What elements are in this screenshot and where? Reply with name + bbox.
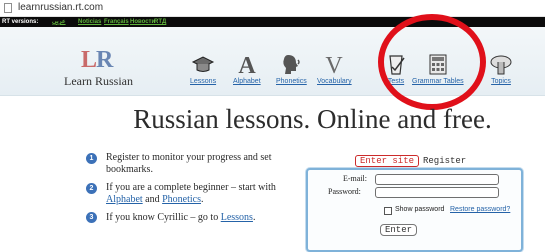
- show-password-label[interactable]: Show password: [395, 206, 444, 213]
- site-name[interactable]: Learn Russian: [64, 74, 133, 89]
- email-label: E-mail:: [343, 174, 367, 183]
- nav-label: Lessons: [190, 78, 217, 85]
- step-number-badge: 3: [86, 212, 97, 223]
- lessons-icon: [191, 56, 215, 72]
- email-field[interactable]: [375, 174, 499, 185]
- restore-password-link[interactable]: Restore password?: [450, 206, 510, 213]
- alphabet-link[interactable]: Alphabet: [106, 194, 143, 205]
- password-label: Password:: [328, 187, 361, 196]
- nav-label: Phonetics: [276, 78, 307, 85]
- page-title: Russian lessons. Online and free.: [133, 104, 492, 134]
- nav-alphabet[interactable]: A Alphabet: [233, 52, 261, 85]
- nav-label: Vocabulary: [317, 78, 352, 85]
- nav-topics[interactable]: Topics: [489, 52, 513, 85]
- nav-label: Topics: [491, 78, 511, 85]
- step-number-badge: 2: [86, 183, 97, 194]
- tab-register[interactable]: Register: [423, 156, 466, 166]
- lessons-link[interactable]: Lessons: [221, 212, 253, 223]
- svg-text:A: A: [238, 53, 256, 76]
- url-text[interactable]: learnrussian.rt.com: [18, 2, 103, 13]
- address-bar[interactable]: learnrussian.rt.com: [0, 0, 545, 17]
- nav-vocabulary[interactable]: V Vocabulary: [317, 52, 352, 85]
- enter-button[interactable]: Enter: [380, 224, 418, 236]
- topics-icon: [490, 55, 512, 75]
- show-password-checkbox[interactable]: [384, 207, 392, 215]
- page-icon: [4, 3, 12, 13]
- info-item-register: Register to monitor your progress and se…: [106, 152, 272, 175]
- phonetics-link[interactable]: Phonetics: [162, 194, 201, 205]
- red-annotation-circle: [378, 14, 486, 110]
- rt-version-link[interactable]: Noticias: [78, 17, 101, 27]
- site-logo[interactable]: LR: [81, 47, 113, 74]
- nav-phonetics[interactable]: Phonetics: [276, 52, 307, 85]
- alphabet-icon: A: [238, 53, 256, 76]
- rt-version-link[interactable]: RTД: [154, 17, 166, 27]
- nav-label: Alphabet: [233, 78, 261, 85]
- rt-version-link[interactable]: عربي: [52, 17, 66, 27]
- svg-text:V: V: [326, 53, 344, 76]
- rt-version-link[interactable]: Français: [104, 17, 129, 27]
- tab-enter-site[interactable]: Enter site: [355, 155, 420, 167]
- info-item-beginner: If you are a complete beginner – start w…: [106, 182, 276, 205]
- info-item-cyrillic: If you know Cyrillic – go to Lessons.: [106, 212, 256, 223]
- password-field[interactable]: [375, 187, 499, 198]
- phonetics-icon: [283, 55, 301, 74]
- step-number-badge: 1: [86, 153, 97, 164]
- rt-version-link[interactable]: Новости: [130, 17, 155, 27]
- nav-lessons[interactable]: Lessons: [190, 52, 216, 85]
- rt-versions-label: RT versions:: [2, 19, 39, 25]
- vocabulary-icon: V: [326, 53, 344, 76]
